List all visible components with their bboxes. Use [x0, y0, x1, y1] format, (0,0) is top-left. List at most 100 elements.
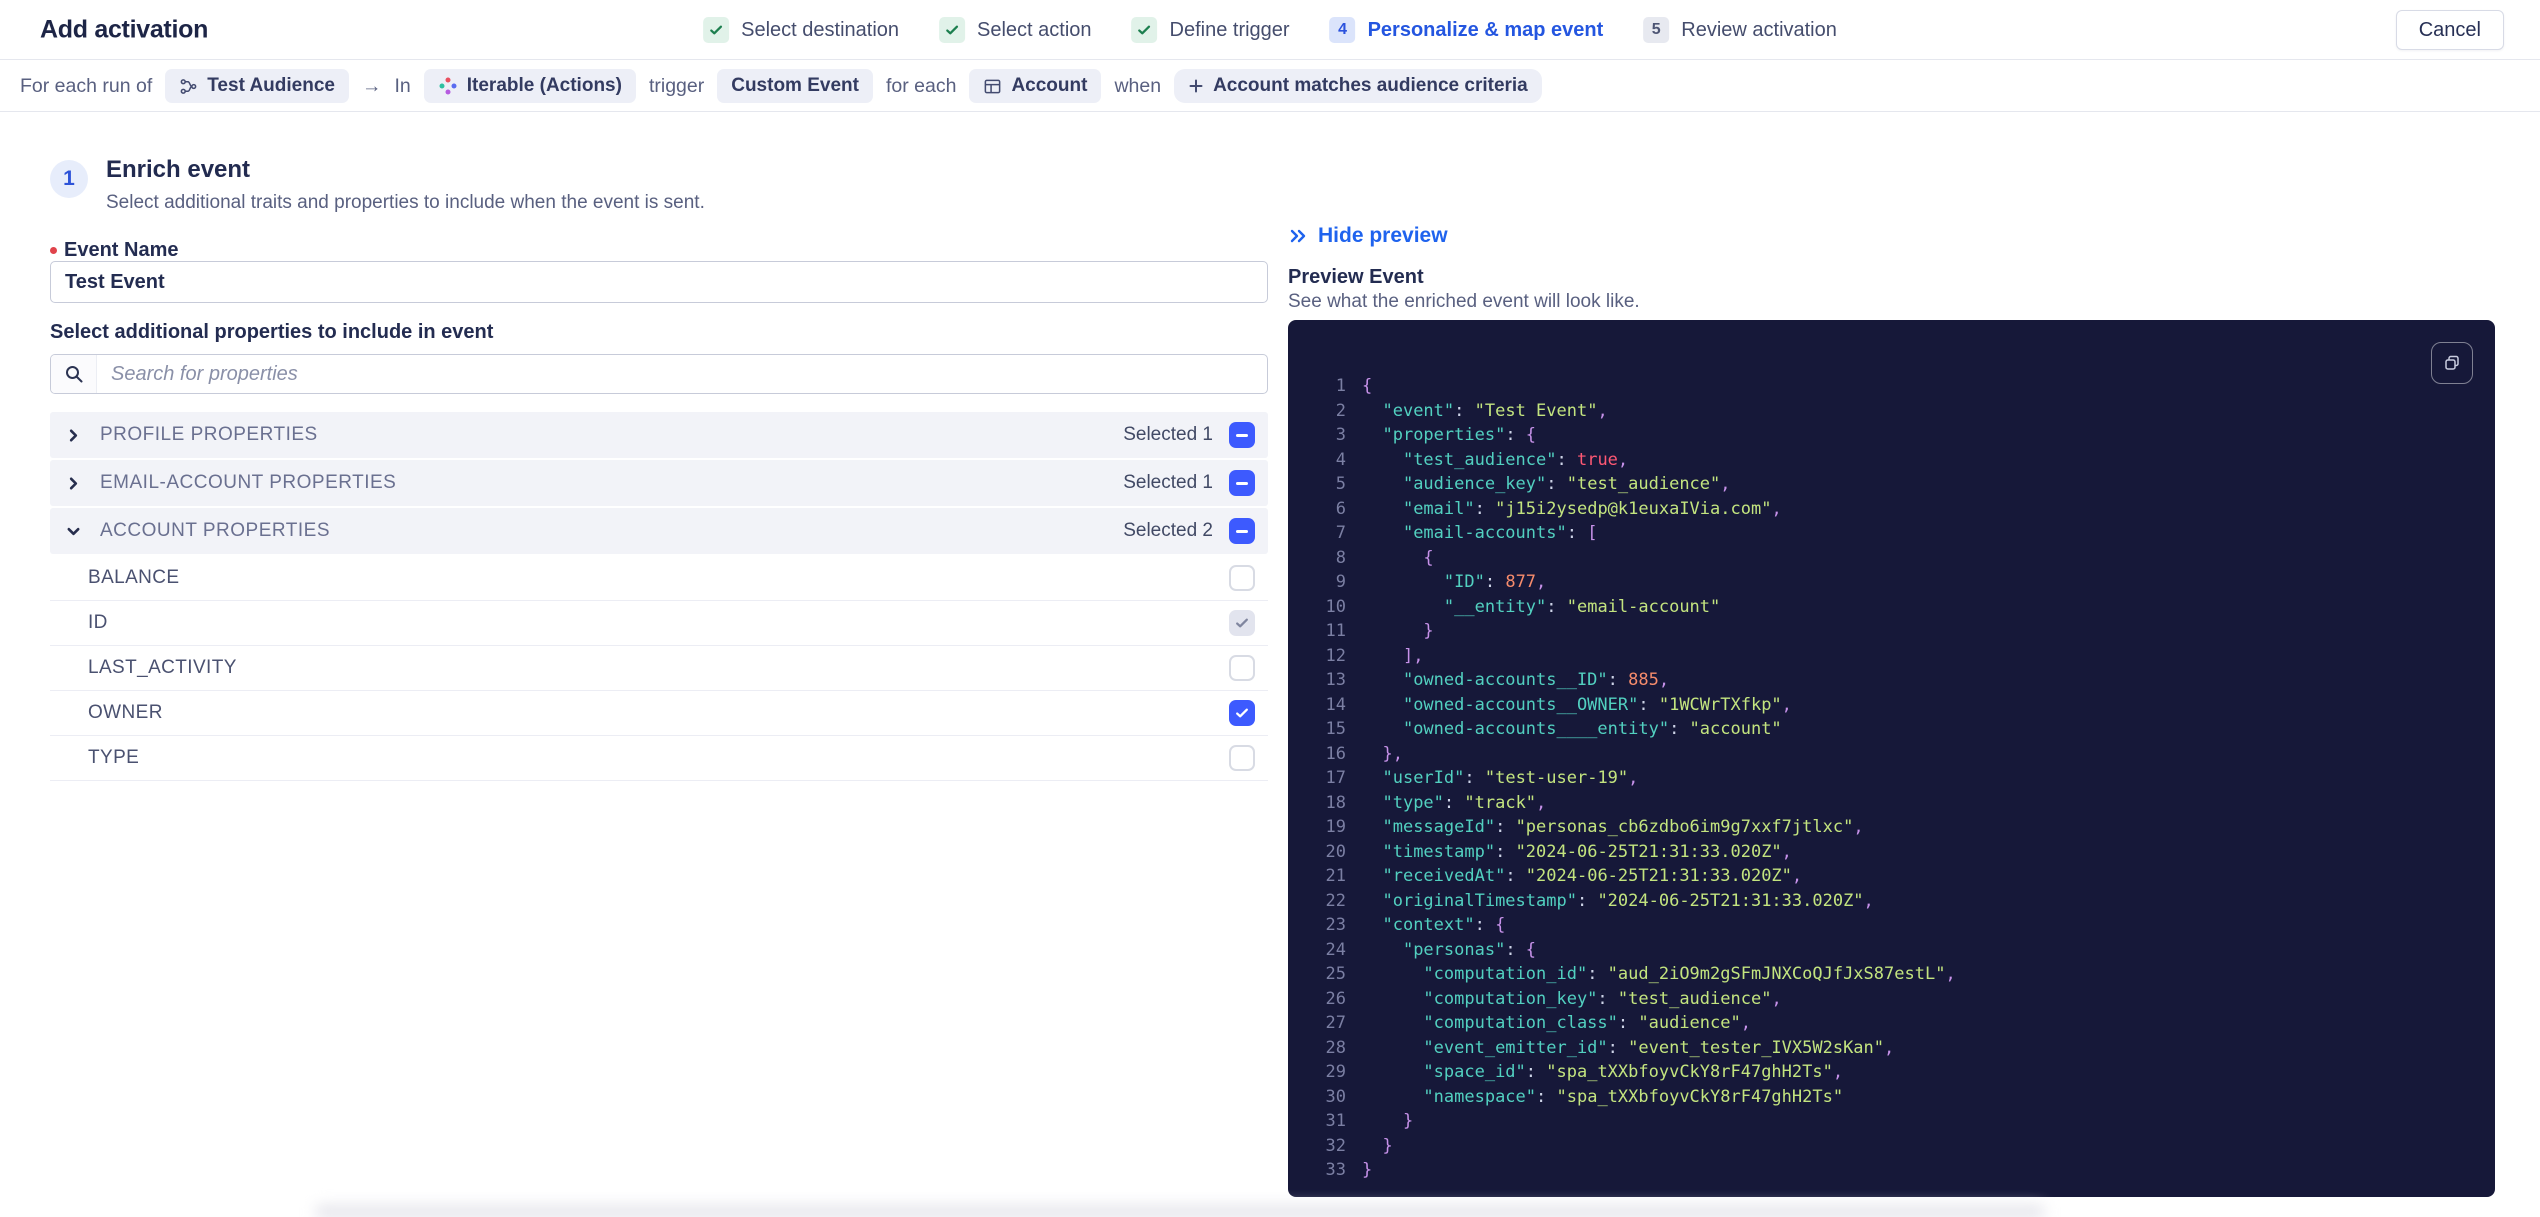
event-chip[interactable]: Custom Event [717, 69, 873, 103]
when-text: when [1114, 74, 1162, 97]
code-line: 3 "properties": { [1288, 423, 2495, 448]
stepper: Select destination Select action Define tr… [703, 0, 1837, 60]
footer-shadow [315, 1205, 2045, 1217]
property-label: BALANCE [88, 567, 180, 588]
line-number: 17 [1325, 768, 1346, 788]
properties-accordion: PROFILE PROPERTIES Selected 1 EMAIL-ACCOUN… [50, 412, 1268, 781]
audience-chip[interactable]: Test Audience [165, 69, 349, 103]
line-number: 29 [1325, 1062, 1346, 1082]
line-number: 28 [1325, 1037, 1346, 1058]
step-item[interactable]: 4 Personalize & map event [1329, 17, 1604, 43]
line-number: 15 [1325, 719, 1346, 739]
group-checkbox-indeterminate[interactable] [1229, 422, 1255, 448]
step-label: Select destination [741, 18, 900, 41]
event-name-label: Event Name [50, 239, 179, 262]
line-number: 23 [1325, 915, 1346, 935]
line-number: 12 [1325, 645, 1346, 666]
property-search-box [50, 354, 1268, 394]
property-row[interactable]: TYPE [50, 736, 1268, 781]
line-number: 16 [1325, 743, 1346, 764]
code-line: 32 } [1288, 1134, 2495, 1159]
property-checkbox-unchecked[interactable] [1229, 655, 1255, 681]
step-label: Select action [977, 18, 1092, 41]
line-number: 5 [1335, 474, 1346, 494]
code-line: 25 "computation_id": "aud_2iO9m2gSFmJNXC… [1288, 962, 2495, 987]
code-line: 6 "email": "j15i2ysedp@k1euxaIVia.com", [1288, 497, 2495, 522]
group-label: EMAIL-ACCOUNT PROPERTIES [100, 472, 397, 493]
additional-properties-label: Select additional properties to include … [50, 321, 494, 343]
code-line: 30 "namespace": "spa_tXXbfoyvCkY8rF47ghH… [1288, 1085, 2495, 1110]
line-number: 22 [1325, 890, 1346, 911]
step-number: 5 [1643, 17, 1670, 43]
code-line: 9 "ID": 877, [1288, 570, 2495, 595]
code-line: 24 "personas": { [1288, 938, 2495, 963]
line-number: 9 [1335, 572, 1346, 592]
property-label: OWNER [88, 702, 163, 723]
code-line: 11 } [1288, 619, 2495, 644]
step-item[interactable]: Select action [939, 17, 1092, 43]
hide-preview-link[interactable]: Hide preview [1288, 224, 1448, 248]
code-line: 22 "originalTimestamp": "2024-06-25T21:3… [1288, 889, 2495, 914]
step-check-icon [703, 17, 730, 43]
entity-chip[interactable]: Account [969, 69, 1102, 103]
trigger-prefix-text: For each run of [20, 74, 153, 97]
group-checkbox-indeterminate[interactable] [1229, 518, 1255, 544]
line-number: 24 [1325, 939, 1346, 960]
property-search-input[interactable] [97, 355, 1267, 393]
line-number: 7 [1335, 523, 1346, 543]
page-title: Add activation [40, 15, 209, 43]
code-block: 1{2 "event": "Test Event", 3 "properties"… [1288, 374, 2495, 1183]
step-item[interactable]: 5 Review activation [1643, 17, 1837, 43]
property-row[interactable]: BALANCE [50, 556, 1268, 601]
property-row[interactable]: LAST_ACTIVITY [50, 646, 1268, 691]
in-text: In [394, 74, 411, 97]
property-row[interactable]: ID [50, 601, 1268, 646]
property-group-header[interactable]: ACCOUNT PROPERTIES Selected 2 [50, 508, 1268, 554]
property-row[interactable]: OWNER [50, 691, 1268, 736]
step-item[interactable]: Define trigger [1131, 17, 1290, 43]
code-line: 8 { [1288, 546, 2495, 571]
group-checkbox-indeterminate[interactable] [1229, 470, 1255, 496]
property-label: LAST_ACTIVITY [88, 657, 237, 678]
line-number: 32 [1325, 1135, 1346, 1156]
property-label: ID [88, 612, 108, 633]
arrow-right-icon: → [361, 74, 382, 97]
code-line: 29 "space_id": "spa_tXXbfoyvCkY8rF47ghH2… [1288, 1060, 2495, 1085]
property-label: TYPE [88, 747, 140, 768]
code-line: 17 "userId": "test-user-19", [1288, 766, 2495, 791]
step-item[interactable]: Select destination [703, 17, 899, 43]
property-checkbox-unchecked[interactable] [1229, 745, 1255, 771]
preview-title: Preview Event [1288, 266, 1424, 288]
destination-chip[interactable]: Iterable (Actions) [423, 69, 636, 103]
line-number: 1 [1335, 376, 1346, 396]
code-line: 2 "event": "Test Event", [1288, 399, 2495, 424]
cancel-button[interactable]: Cancel [2395, 10, 2504, 50]
line-number: 26 [1325, 988, 1346, 1009]
code-line: 14 "owned-accounts__OWNER": "1WCWrTXfkp"… [1288, 693, 2495, 718]
section-subtitle: Select additional traits and properties … [106, 192, 705, 213]
hide-preview-label: Hide preview [1318, 224, 1448, 247]
minus-icon [1236, 481, 1248, 485]
event-name-input[interactable] [50, 261, 1268, 303]
property-group-header[interactable]: PROFILE PROPERTIES Selected 1 [50, 412, 1268, 458]
code-line: 28 "event_emitter_id": "event_tester_IVX… [1288, 1036, 2495, 1061]
line-number: 14 [1325, 694, 1346, 715]
code-line: 20 "timestamp": "2024-06-25T21:31:33.020… [1288, 840, 2495, 865]
condition-chip[interactable]: Account matches audience criteria [1174, 69, 1542, 103]
code-line: 15 "owned-accounts____entity": "account" [1288, 717, 2495, 742]
property-checkbox-unchecked[interactable] [1229, 565, 1255, 591]
line-number: 21 [1325, 866, 1346, 886]
property-checkbox-checked[interactable] [1229, 700, 1255, 726]
line-number: 11 [1325, 621, 1346, 641]
step-label: Personalize & map event [1367, 18, 1604, 41]
step-label: Define trigger [1169, 18, 1290, 41]
property-group-header[interactable]: EMAIL-ACCOUNT PROPERTIES Selected 1 [50, 460, 1268, 506]
event-preview-code-panel: 1{2 "event": "Test Event", 3 "properties"… [1288, 320, 2495, 1197]
top-bar: Add activation Select destination Select … [0, 0, 2540, 60]
code-line: 19 "messageId": "personas_cb6zdbo6im9g7x… [1288, 815, 2495, 840]
condition-chip-label: Account matches audience criteria [1213, 75, 1528, 96]
preview-subtitle: See what the enriched event will look li… [1288, 291, 1640, 312]
line-number: 10 [1325, 596, 1346, 617]
step-label: Review activation [1681, 18, 1837, 41]
selected-count: Selected 1 [1123, 472, 1213, 493]
